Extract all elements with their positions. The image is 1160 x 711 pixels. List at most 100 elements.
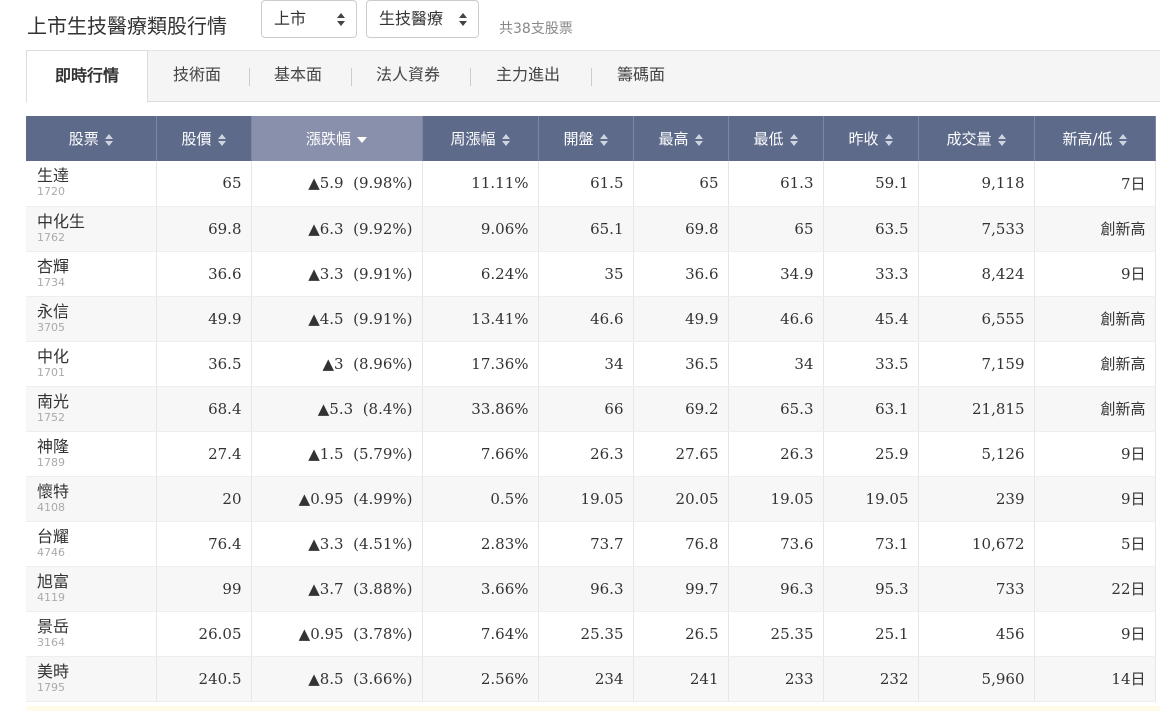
open-cell: 65.1	[538, 206, 634, 252]
table-row[interactable]: 懷特 4108 20 ▲0.95 (4.99%) 0.5% 19.05 20.05 19.05…	[26, 476, 1156, 522]
stock-cell[interactable]: 台耀 4746	[26, 521, 157, 567]
table-row[interactable]: 永信 3705 49.9 ▲4.5 (9.91%) 13.41% 46.6 49.9 46.6…	[26, 296, 1156, 342]
stock-code: 1752	[37, 410, 65, 424]
stock-name[interactable]: 懷特	[37, 482, 147, 501]
price-cell: 36.6	[156, 251, 252, 297]
market-select[interactable]: 上市	[261, 0, 357, 38]
volume-cell: 10,672	[918, 521, 1035, 567]
table-row[interactable]: 生達 1720 65 ▲5.9 (9.98%) 11.11% 61.5 65 61.3 59.1…	[26, 161, 1156, 207]
stock-name[interactable]: 美時	[37, 662, 147, 681]
change-cell: ▲3.3 (9.91%)	[251, 251, 423, 297]
high-cell: 36.5	[633, 341, 729, 387]
col-header-high[interactable]: 最高	[633, 116, 729, 161]
low-cell: 61.3	[728, 161, 824, 207]
stock-name[interactable]: 中化	[37, 347, 147, 366]
stock-name[interactable]: 神隆	[37, 437, 147, 456]
col-header-stock[interactable]: 股票	[26, 116, 157, 161]
change-percent: (9.91%)	[353, 309, 413, 328]
tab-separator	[249, 68, 250, 86]
volume-cell: 7,533	[918, 206, 1035, 252]
low-cell: 19.05	[728, 476, 824, 522]
new-high-low-cell: 7日	[1034, 161, 1156, 207]
tab-technical[interactable]: 技術面	[173, 51, 221, 102]
change-cell: ▲6.3 (9.92%)	[251, 206, 423, 252]
change-cell: ▲5.3 (8.4%)	[251, 386, 423, 432]
table-row[interactable]: 中化生 1762 69.8 ▲6.3 (9.92%) 9.06% 65.1 69.8 65 63…	[26, 206, 1156, 252]
high-cell: 69.2	[633, 386, 729, 432]
stock-code: 1789	[37, 455, 65, 469]
low-cell: 34.9	[728, 251, 824, 297]
change-value: ▲5.9	[308, 174, 344, 193]
high-cell: 49.9	[633, 296, 729, 342]
price-cell: 36.5	[156, 341, 252, 387]
change-percent: (3.66%)	[353, 669, 413, 688]
stock-name[interactable]: 中化生	[37, 212, 147, 231]
high-cell: 20.05	[633, 476, 729, 522]
change-cell: ▲0.95 (3.78%)	[251, 611, 423, 657]
stock-cell[interactable]: 生達 1720	[26, 161, 157, 207]
tab-chips[interactable]: 籌碼面	[617, 51, 665, 102]
stock-name[interactable]: 永信	[37, 302, 147, 321]
week-change-cell: 11.11%	[422, 161, 539, 207]
change-value: ▲3.3	[308, 534, 344, 553]
col-header-open[interactable]: 開盤	[538, 116, 634, 161]
stock-name[interactable]: 生達	[37, 167, 147, 185]
stock-cell[interactable]: 南光 1752	[26, 386, 157, 432]
change-value: ▲1.5	[308, 444, 344, 463]
table-row[interactable]: 杏輝 1734 36.6 ▲3.3 (9.91%) 6.24% 35 36.6 34.9 33.…	[26, 251, 1156, 297]
table-row[interactable]: 台耀 4746 76.4 ▲3.3 (4.51%) 2.83% 73.7 76.8 73.6 7…	[26, 521, 1156, 567]
col-header-new-high-low[interactable]: 新高/低	[1034, 116, 1156, 161]
table-row[interactable]: 景岳 3164 26.05 ▲0.95 (3.78%) 7.64% 25.35 26.5 25…	[26, 611, 1156, 657]
stock-code: 1795	[37, 680, 65, 694]
price-cell: 49.9	[156, 296, 252, 342]
stock-code: 3705	[37, 320, 65, 334]
price-cell: 26.05	[156, 611, 252, 657]
table-row[interactable]: 中化 1701 36.5 ▲3 (8.96%) 17.36% 34 36.5 34 33.5 7,…	[26, 341, 1156, 387]
stock-cell[interactable]: 中化生 1762	[26, 206, 157, 252]
table-row[interactable]: 神隆 1789 27.4 ▲1.5 (5.79%) 7.66% 26.3 27.65 26.3…	[26, 431, 1156, 477]
tab-fundamental[interactable]: 基本面	[274, 51, 322, 102]
prev-close-cell: 25.9	[823, 431, 919, 477]
high-cell: 26.5	[633, 611, 729, 657]
tab-institutional[interactable]: 法人資券	[376, 51, 440, 102]
table-row[interactable]: 旭富 4119 99 ▲3.7 (3.88%) 3.66% 96.3 99.7 96.3 95.…	[26, 566, 1156, 612]
col-header-prev-close[interactable]: 昨收	[823, 116, 919, 161]
stock-cell[interactable]: 神隆 1789	[26, 431, 157, 477]
tab-realtime[interactable]: 即時行情	[26, 50, 148, 103]
volume-cell: 733	[918, 566, 1035, 612]
col-header-price[interactable]: 股價	[156, 116, 252, 161]
tab-main-force[interactable]: 主力進出	[496, 51, 560, 102]
stock-cell[interactable]: 旭富 4119	[26, 566, 157, 612]
change-cell: ▲0.95 (4.99%)	[251, 476, 423, 522]
stock-cell[interactable]: 中化 1701	[26, 341, 157, 387]
sort-descending-icon	[357, 136, 367, 143]
change-spacer	[353, 400, 363, 418]
col-header-week-change[interactable]: 周漲幅	[422, 116, 539, 161]
next-row-edge	[26, 706, 1160, 711]
table-row[interactable]: 美時 1795 240.5 ▲8.5 (3.66%) 2.56% 234 241 233 232…	[26, 656, 1156, 702]
change-value: ▲0.95	[298, 624, 344, 643]
stock-cell[interactable]: 懷特 4108	[26, 476, 157, 522]
stock-name[interactable]: 景岳	[37, 617, 147, 636]
stock-name[interactable]: 杏輝	[37, 257, 147, 276]
prev-close-cell: 63.1	[823, 386, 919, 432]
volume-cell: 456	[918, 611, 1035, 657]
stock-cell[interactable]: 杏輝 1734	[26, 251, 157, 297]
stock-name[interactable]: 南光	[37, 392, 147, 411]
low-cell: 26.3	[728, 431, 824, 477]
stock-cell[interactable]: 永信 3705	[26, 296, 157, 342]
stock-cell[interactable]: 景岳 3164	[26, 611, 157, 657]
col-header-volume[interactable]: 成交量	[918, 116, 1035, 161]
table-row[interactable]: 南光 1752 68.4 ▲5.3 (8.4%) 33.86% 66 69.2 65.3 63.…	[26, 386, 1156, 432]
col-header-change[interactable]: 漲跌幅	[251, 116, 423, 161]
stock-code: 1720	[37, 185, 65, 198]
sector-select[interactable]: 生技醫療	[366, 0, 479, 38]
change-cell: ▲1.5 (5.79%)	[251, 431, 423, 477]
week-change-cell: 33.86%	[422, 386, 539, 432]
change-value: ▲0.95	[298, 489, 344, 508]
stock-cell[interactable]: 美時 1795	[26, 656, 157, 702]
stock-name[interactable]: 台耀	[37, 527, 147, 546]
col-header-low[interactable]: 最低	[728, 116, 824, 161]
tab-separator	[351, 68, 352, 86]
stock-name[interactable]: 旭富	[37, 572, 147, 591]
